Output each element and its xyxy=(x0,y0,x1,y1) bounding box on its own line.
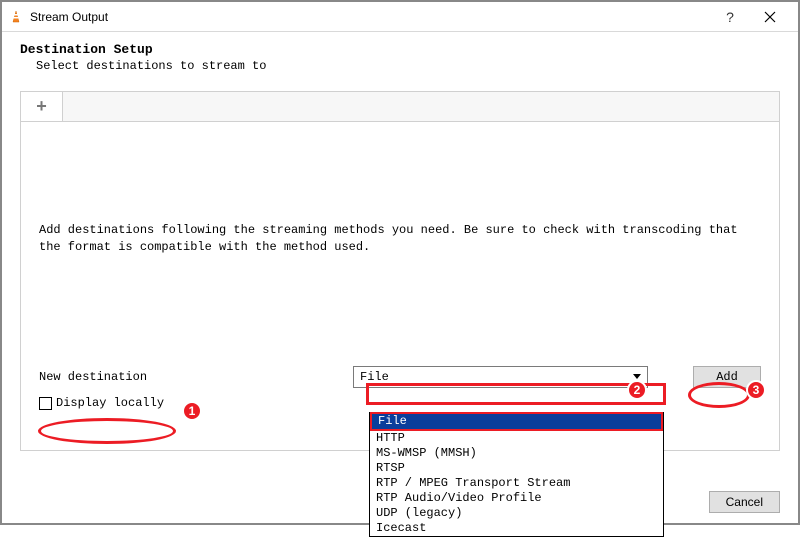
annotation-badge-3: 3 xyxy=(746,380,766,400)
dropdown-option[interactable]: File xyxy=(372,414,661,429)
add-tab-button[interactable]: + xyxy=(21,92,63,121)
dropdown-option[interactable]: MS-WMSP (MMSH) xyxy=(370,446,663,461)
help-icon[interactable]: ? xyxy=(710,3,750,31)
instruction-text: Add destinations following the streaming… xyxy=(39,222,761,257)
destination-select[interactable]: File xyxy=(353,366,648,388)
new-destination-row: New destination File Add xyxy=(39,366,761,388)
content-area: Add destinations following the streaming… xyxy=(21,122,779,257)
page-title: Destination Setup xyxy=(20,42,780,57)
dropdown-option[interactable]: RTSP xyxy=(370,461,663,476)
page-subtitle: Select destinations to stream to xyxy=(20,59,780,73)
destination-dropdown: File HTTP MS-WMSP (MMSH) RTSP RTP / MPEG… xyxy=(369,412,664,537)
main-panel: + Add destinations following the streami… xyxy=(20,91,780,451)
dropdown-option[interactable]: RTP Audio/Video Profile xyxy=(370,491,663,506)
destination-select-value: File xyxy=(360,370,389,384)
window-title: Stream Output xyxy=(30,10,108,24)
dropdown-option[interactable]: UDP (legacy) xyxy=(370,506,663,521)
dropdown-option[interactable]: RTP / MPEG Transport Stream xyxy=(370,476,663,491)
destination-select-wrap: File xyxy=(353,366,655,388)
tabstrip: + xyxy=(21,92,779,122)
new-destination-label: New destination xyxy=(39,370,339,384)
annotation-badge-1: 1 xyxy=(182,401,202,421)
display-locally-row: Display locally xyxy=(39,396,164,410)
cancel-button[interactable]: Cancel xyxy=(709,491,780,513)
vlc-cone-icon xyxy=(8,9,24,25)
dropdown-option[interactable]: HTTP xyxy=(370,431,663,446)
display-locally-checkbox[interactable] xyxy=(39,397,52,410)
plus-icon: + xyxy=(36,96,47,117)
page-header: Destination Setup Select destinations to… xyxy=(2,32,798,77)
dropdown-option[interactable]: Icecast xyxy=(370,521,663,536)
annotation-badge-2: 2 xyxy=(627,380,647,400)
close-icon[interactable] xyxy=(750,3,790,31)
titlebar: Stream Output ? xyxy=(2,2,798,32)
display-locally-label: Display locally xyxy=(56,396,164,410)
